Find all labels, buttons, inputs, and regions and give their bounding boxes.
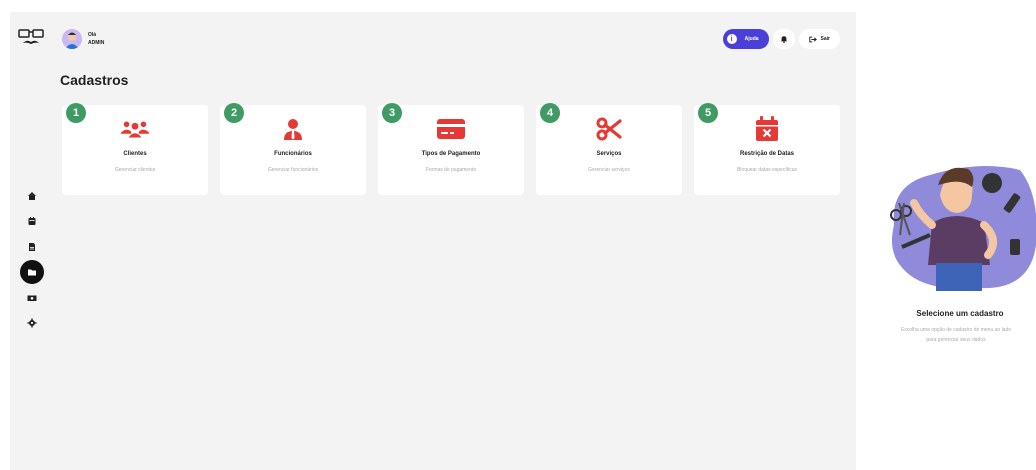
avatar[interactable] xyxy=(62,29,82,49)
empty-state-line-1: Escolha uma opção de cadastro do menu ao… xyxy=(900,327,1012,333)
sidebar xyxy=(20,184,44,336)
calendar-x-icon xyxy=(756,116,778,141)
logout-button-label: Sair xyxy=(820,36,830,42)
main-area: Olá ADMIN i Ajuda Sair Cadastros 1 Clien… xyxy=(10,12,856,470)
card-number-badge: 1 xyxy=(66,103,86,123)
card-number-badge: 3 xyxy=(382,103,402,123)
document-icon xyxy=(29,242,35,251)
card-number-badge: 5 xyxy=(698,103,718,123)
sidebar-item-home[interactable] xyxy=(20,184,44,208)
empty-state-description: Escolha uma opção de cadastro do menu ao… xyxy=(866,325,1036,345)
card-restricao-datas[interactable]: 5 Restrição de Datas Bloquear datas espe… xyxy=(694,103,840,195)
sidebar-item-finance[interactable] xyxy=(20,286,44,310)
info-icon: i xyxy=(726,34,737,44)
sidebar-item-settings[interactable] xyxy=(20,311,44,335)
card-title: Clientes xyxy=(123,151,147,157)
card-tipos-pagamento[interactable]: 3 Tipos de Pagamento Formas de pagamento xyxy=(378,103,524,195)
user-greeting: Olá xyxy=(88,32,97,38)
sidebar-item-cadastros[interactable] xyxy=(20,260,44,285)
card-title: Serviços xyxy=(596,151,622,157)
notifications-button[interactable] xyxy=(772,29,795,49)
card-funcionarios[interactable]: 2 Funcionários Gerenciar funcionários xyxy=(220,103,366,195)
logout-button[interactable]: Sair xyxy=(798,29,840,49)
app-window: Olá ADMIN i Ajuda Sair Cadastros 1 Clien… xyxy=(0,0,1036,470)
card-title: Funcionários xyxy=(274,151,312,157)
logout-icon xyxy=(808,36,817,42)
card-clientes[interactable]: 1 Clientes Gerenciar clientes xyxy=(62,103,208,195)
scissors-icon xyxy=(596,117,622,141)
user-role: ADMIN xyxy=(88,40,105,46)
card-subtitle: Bloquear datas específicas xyxy=(736,167,798,173)
help-button[interactable]: i Ajuda xyxy=(722,29,769,49)
home-icon xyxy=(28,192,36,200)
card-number-badge: 2 xyxy=(224,103,244,123)
money-icon xyxy=(27,295,37,301)
sidebar-item-calendar[interactable] xyxy=(20,209,44,233)
page-title: Cadastros xyxy=(60,72,129,88)
empty-state-line-2: para gerenciar seus dados xyxy=(926,337,986,343)
users-icon xyxy=(120,121,150,138)
glasses-mustache-logo-icon xyxy=(18,29,44,44)
card-subtitle: Gerenciar clientes xyxy=(114,167,156,173)
card-number-badge: 4 xyxy=(540,103,560,123)
user-info: Olá ADMIN xyxy=(62,29,104,49)
card-title: Tipos de Pagamento xyxy=(421,151,481,157)
card-servicos[interactable]: 4 Serviços Gerenciar serviços xyxy=(536,103,682,195)
header-actions: i Ajuda Sair xyxy=(722,29,840,49)
card-subtitle: Gerenciar serviços xyxy=(588,167,630,173)
calendar-icon xyxy=(28,217,36,226)
bell-icon xyxy=(780,36,787,43)
help-button-label: Ajuda xyxy=(744,36,759,42)
card-title: Restrição de Datas xyxy=(739,151,795,157)
employee-icon xyxy=(284,119,302,140)
folder-icon xyxy=(28,269,36,276)
sidebar-item-documents[interactable] xyxy=(20,235,44,259)
cadastro-cards: 1 Clientes Gerenciar clientes 2 Funcioná… xyxy=(62,103,840,195)
gear-icon xyxy=(27,318,37,328)
barber-illustration xyxy=(890,166,1036,291)
card-subtitle: Formas de pagamento xyxy=(425,167,477,173)
card-subtitle: Gerenciar funcionários xyxy=(267,167,319,173)
credit-card-icon xyxy=(437,119,465,139)
empty-state-title: Selecione um cadastro xyxy=(916,309,1004,318)
